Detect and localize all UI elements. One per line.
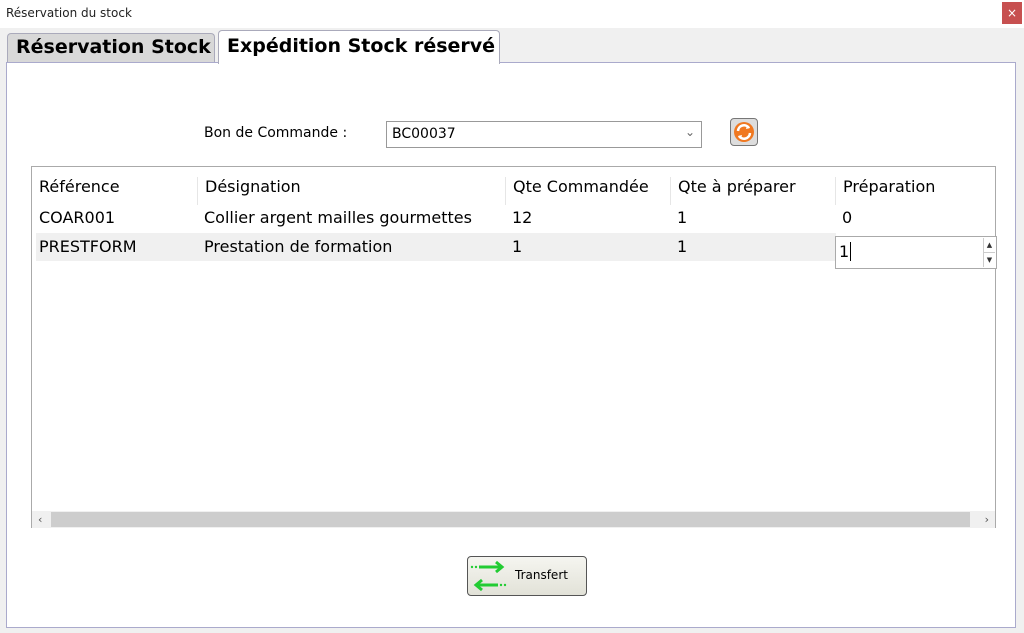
row1-qte-commandee[interactable]: 12 — [512, 208, 532, 227]
scrollbar-thumb[interactable] — [51, 512, 970, 527]
row2-qte-commandee[interactable]: 1 — [512, 237, 522, 256]
preparation-spinner[interactable]: 1 ▲ ▼ — [835, 236, 997, 269]
row2-qte-a-preparer[interactable]: 1 — [677, 237, 687, 256]
close-button[interactable]: × — [1002, 2, 1022, 24]
column-header-qte-commandee[interactable]: Qte Commandée — [505, 177, 670, 205]
transfer-button[interactable]: Transfert — [467, 556, 587, 596]
row2-designation[interactable]: Prestation de formation — [204, 237, 392, 256]
horizontal-scrollbar[interactable]: ‹ › — [32, 511, 995, 528]
window-title: Réservation du stock — [6, 6, 132, 20]
row2-reference[interactable]: PRESTFORM — [39, 237, 137, 256]
column-header-qte-a-preparer[interactable]: Qte à préparer — [670, 177, 835, 205]
order-label: Bon de Commande : — [204, 125, 348, 141]
order-value: BC00037 — [392, 126, 456, 142]
row1-reference[interactable]: COAR001 — [39, 208, 115, 227]
spin-down-icon[interactable]: ▼ — [984, 252, 995, 267]
row1-preparation[interactable]: 0 — [842, 208, 852, 227]
title-bar — [0, 0, 1024, 28]
row1-qte-a-preparer[interactable]: 1 — [677, 208, 687, 227]
spin-up-icon[interactable]: ▲ — [984, 238, 995, 252]
row1-designation[interactable]: Collier argent mailles gourmettes — [204, 208, 472, 227]
scroll-left-icon[interactable]: ‹ — [38, 511, 42, 528]
transfer-label: Transfert — [515, 568, 568, 582]
column-header-reference[interactable]: Référence — [32, 177, 198, 205]
selected-row-highlight — [36, 233, 836, 261]
order-combobox[interactable]: BC00037 ⌄ — [386, 121, 702, 148]
order-lines-grid[interactable]: Référence Désignation Qte Commandée Qte … — [31, 166, 997, 528]
transfer-arrows-icon — [470, 560, 507, 592]
refresh-icon — [734, 122, 754, 142]
tab-expedition-stock-reserve[interactable]: Expédition Stock réservé — [218, 30, 500, 64]
scroll-right-icon[interactable]: › — [985, 511, 989, 528]
refresh-button[interactable] — [730, 118, 758, 146]
chevron-down-icon: ⌄ — [684, 125, 695, 139]
preparation-input[interactable]: 1 — [839, 242, 852, 261]
column-header-designation[interactable]: Désignation — [197, 177, 505, 205]
tab-reservation-stock[interactable]: Réservation Stock — [7, 33, 215, 63]
column-header-preparation[interactable]: Préparation — [835, 177, 995, 205]
